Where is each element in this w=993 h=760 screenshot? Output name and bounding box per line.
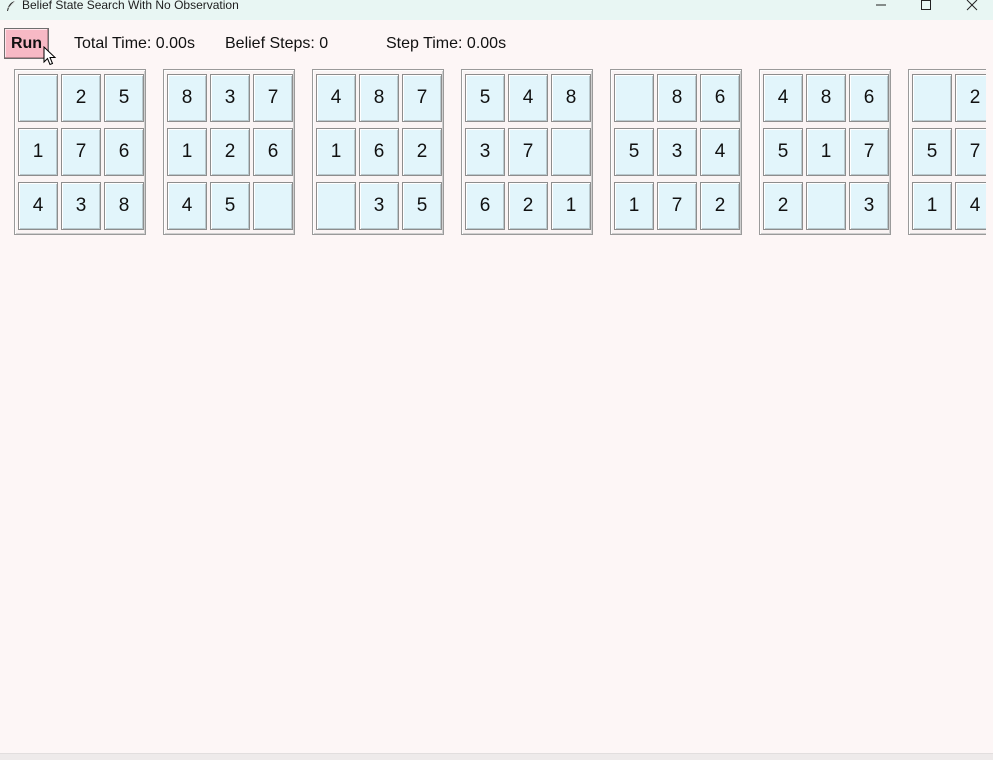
- puzzle-tile: 1: [18, 128, 58, 176]
- puzzle-tile: 4: [508, 74, 548, 122]
- puzzle-tile: 8: [806, 74, 846, 122]
- puzzle-tile: 6: [359, 128, 399, 176]
- maximize-icon: [921, 0, 931, 10]
- puzzle-tile: 8: [657, 74, 697, 122]
- puzzle-tile: 3: [210, 74, 250, 122]
- puzzle-board: 48716235: [312, 69, 444, 235]
- puzzle-board: 48651723: [759, 69, 891, 235]
- puzzle-tile: 1: [316, 128, 356, 176]
- puzzle-tile: 7: [61, 128, 101, 176]
- title-bar: Belief State Search With No Observation: [0, 0, 993, 20]
- puzzle-tile: 6: [849, 74, 889, 122]
- puzzle-tile: 1: [806, 128, 846, 176]
- puzzle-tile: 6: [700, 74, 740, 122]
- puzzle-board: 25714: [908, 69, 986, 235]
- puzzle-tile: 5: [763, 128, 803, 176]
- puzzle-tile: 7: [253, 74, 293, 122]
- puzzle-tile: 3: [657, 128, 697, 176]
- puzzle-tile: 3: [465, 128, 505, 176]
- puzzle-tile: 8: [551, 74, 591, 122]
- puzzle-tile: 2: [763, 182, 803, 230]
- puzzle-tile: 8: [359, 74, 399, 122]
- belief-states-row: 2517643883712645487162355483762186534172…: [0, 20, 986, 250]
- puzzle-tile: [551, 128, 591, 176]
- puzzle-tile: 5: [104, 74, 144, 122]
- puzzle-tile: 4: [700, 128, 740, 176]
- puzzle-board: 25176438: [14, 69, 146, 235]
- puzzle-tile: 8: [167, 74, 207, 122]
- puzzle-tile: 1: [167, 128, 207, 176]
- puzzle-tile: 5: [465, 74, 505, 122]
- window-title: Belief State Search With No Observation: [22, 0, 239, 12]
- puzzle-tile: [806, 182, 846, 230]
- main-content: Run Total Time: 0.00s Belief Steps: 0 St…: [0, 20, 993, 753]
- puzzle-tile: 4: [18, 182, 58, 230]
- close-button[interactable]: [950, 0, 993, 14]
- puzzle-tile: 3: [849, 182, 889, 230]
- puzzle-tile: 2: [508, 182, 548, 230]
- puzzle-tile: 7: [402, 74, 442, 122]
- puzzle-tile: 5: [912, 128, 952, 176]
- puzzle-board: 86534172: [610, 69, 742, 235]
- puzzle-tile: 2: [61, 74, 101, 122]
- puzzle-tile: 4: [316, 74, 356, 122]
- puzzle-tile: 2: [210, 128, 250, 176]
- puzzle-tile: 4: [763, 74, 803, 122]
- minimize-icon: [876, 4, 886, 6]
- puzzle-tile: 1: [551, 182, 591, 230]
- puzzle-tile: 6: [253, 128, 293, 176]
- puzzle-tile: 2: [955, 74, 986, 122]
- puzzle-tile: 2: [700, 182, 740, 230]
- puzzle-tile: 1: [614, 182, 654, 230]
- puzzle-board: 54837621: [461, 69, 593, 235]
- puzzle-tile: 6: [104, 128, 144, 176]
- puzzle-tile: 7: [657, 182, 697, 230]
- puzzle-tile: [316, 182, 356, 230]
- puzzle-tile: 5: [210, 182, 250, 230]
- puzzle-tile: 7: [955, 128, 986, 176]
- puzzle-board: 83712645: [163, 69, 295, 235]
- puzzle-tile: 4: [955, 182, 986, 230]
- puzzle-tile: [253, 182, 293, 230]
- puzzle-tile: 7: [508, 128, 548, 176]
- mouse-cursor-icon: [43, 46, 57, 66]
- puzzle-tile: 2: [402, 128, 442, 176]
- puzzle-tile: [18, 74, 58, 122]
- maximize-button[interactable]: [903, 0, 949, 14]
- puzzle-tile: 1: [912, 182, 952, 230]
- puzzle-tile: 3: [61, 182, 101, 230]
- puzzle-tile: 3: [359, 182, 399, 230]
- puzzle-tile: [614, 74, 654, 122]
- close-icon: [966, 0, 978, 11]
- puzzle-tile: 4: [167, 182, 207, 230]
- puzzle-tile: 8: [104, 182, 144, 230]
- puzzle-tile: 5: [402, 182, 442, 230]
- puzzle-tile: 5: [614, 128, 654, 176]
- minimize-button[interactable]: [858, 0, 904, 14]
- feather-icon: [7, 0, 16, 11]
- puzzle-tile: 6: [465, 182, 505, 230]
- puzzle-tile: 7: [849, 128, 889, 176]
- puzzle-tile: [912, 74, 952, 122]
